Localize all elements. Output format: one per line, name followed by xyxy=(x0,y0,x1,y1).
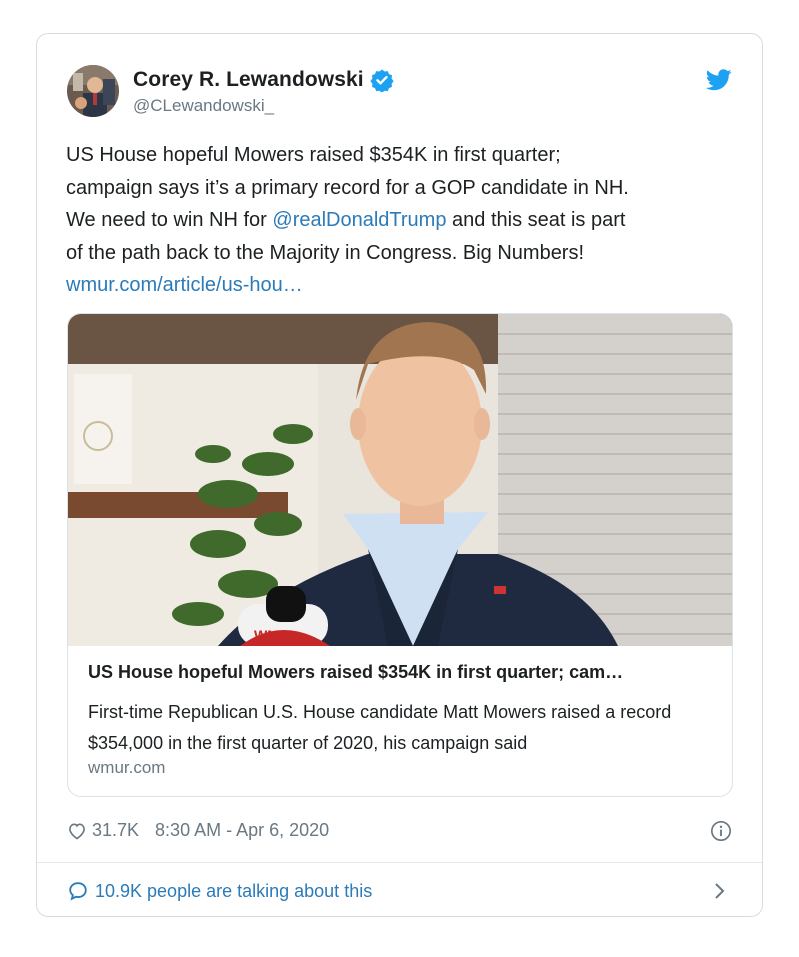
card-description: First-time Republican U.S. House candida… xyxy=(88,702,672,753)
tweet-text-line: of the path back to the Majority in Cong… xyxy=(66,241,585,264)
like-count[interactable]: 31.7K xyxy=(92,820,139,841)
avatar[interactable] xyxy=(67,65,119,117)
mic-logo-text: WMU xyxy=(254,627,289,643)
tweet-text-line: We need to win NH for @realDonaldTrump a… xyxy=(66,204,746,237)
info-icon[interactable] xyxy=(710,820,732,842)
tweet-text-segment: and this seat is part xyxy=(446,209,626,231)
speech-bubble-icon xyxy=(69,882,87,901)
conversation-link[interactable]: 10.9K people are talking about this xyxy=(67,880,372,902)
tweet-text-line: US House hopeful Mowers raised $354K in … xyxy=(66,144,561,166)
mention-link[interactable]: @realDonaldTrump xyxy=(272,209,446,231)
link-preview-card[interactable]: WMU US House hopeful Mowers raised $354K… xyxy=(67,313,733,797)
card-domain: wmur.com xyxy=(88,758,166,777)
tweet-text-line: campaign says it’s a primary record for … xyxy=(66,176,629,199)
author-name[interactable]: Corey R. Lewandowski xyxy=(133,68,364,92)
divider xyxy=(37,862,762,863)
timestamp[interactable]: 8:30 AM - Apr 6, 2020 xyxy=(155,820,329,841)
tweet-text-segment: We need to win NH for xyxy=(66,209,273,231)
conversation-text[interactable]: 10.9K people are talking about this xyxy=(95,881,372,902)
verified-badge-icon xyxy=(370,69,394,92)
author-handle[interactable]: @CLewandowski_ xyxy=(133,96,274,116)
card-title[interactable]: US House hopeful Mowers raised $354K in … xyxy=(88,662,718,683)
chevron-right-icon[interactable] xyxy=(714,880,726,902)
tweet-text: US House hopeful Mowers raised $354K in … xyxy=(66,139,746,302)
card-image[interactable]: WMU xyxy=(68,314,733,646)
heart-icon[interactable] xyxy=(67,821,87,841)
twitter-bird-icon[interactable] xyxy=(706,69,732,91)
tweet-card[interactable]: Corey R. Lewandowski @CLewandowski_ US H… xyxy=(36,33,763,917)
article-link[interactable]: wmur.com/article/us-hou… xyxy=(66,269,746,302)
